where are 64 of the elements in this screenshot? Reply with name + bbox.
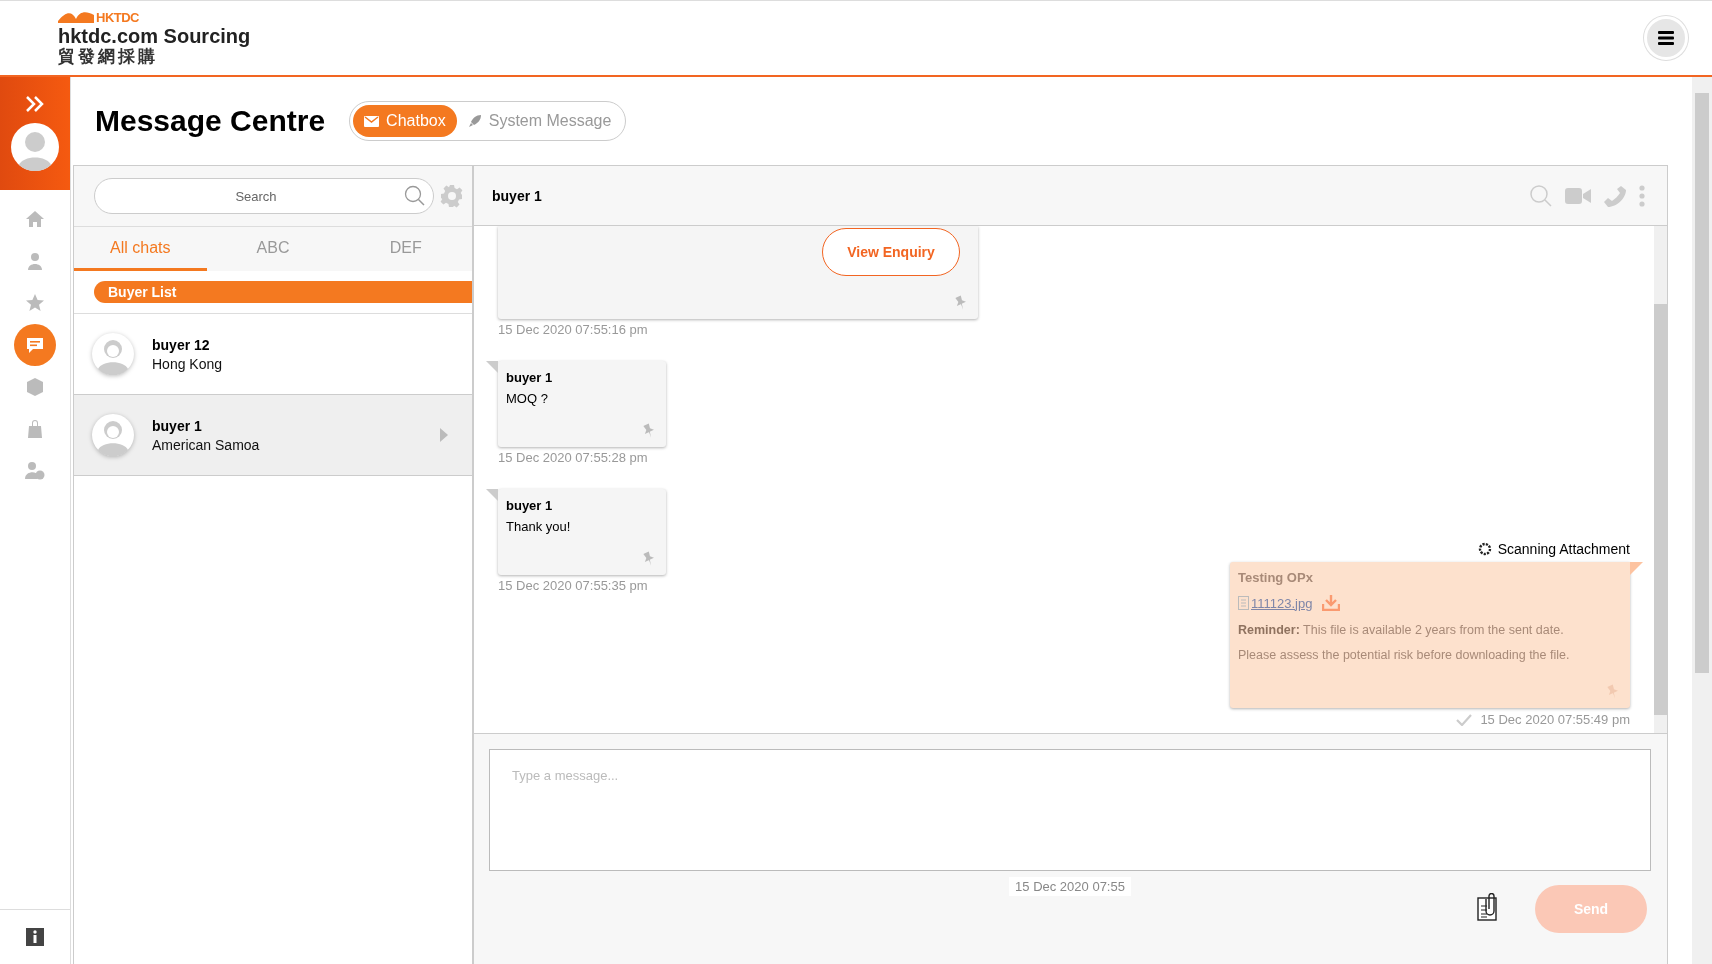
settings-icon[interactable] [440,184,464,208]
search-field[interactable]: Search [94,178,434,214]
star-icon [25,293,45,313]
mail-icon [364,115,380,127]
message-time: 15 Dec 2020 07:55:16 pm [498,322,648,337]
message-time: 15 Dec 2020 07:55:28 pm [498,450,648,465]
sender-name: buyer 1 [506,498,554,513]
menu-button[interactable] [1644,16,1688,60]
pin-icon[interactable] [642,423,656,439]
pin-icon[interactable] [954,295,968,311]
contact-name: buyer 1 [152,417,203,434]
message-input[interactable]: Type a message... [489,749,1651,871]
video-camera-icon[interactable] [1565,187,1591,204]
logo-text: HKTDC [96,9,139,25]
avatar-icon [92,414,134,456]
spinner-icon [1477,542,1492,556]
contact-location: American Samoa [152,436,261,453]
site-name: hktdc.com Sourcing [58,24,251,47]
file-link[interactable]: 111123.jpg [1251,595,1313,611]
contact-location: Hong Kong [152,355,224,372]
document-icon [1238,596,1249,610]
sender-name: Testing OPx [1238,570,1314,585]
search-icon[interactable] [404,185,426,207]
contact-name: buyer 12 [152,336,211,353]
info-icon[interactable] [26,928,44,946]
message-time: 15 Dec 2020 07:55:35 pm [498,578,648,593]
chat-title: buyer 1 [492,187,542,204]
page-title: Message Centre [95,104,326,138]
avatar-icon[interactable] [11,123,59,171]
chat-tab[interactable]: ABC [206,227,340,271]
message-text: MOQ ? [506,391,549,406]
message-text: Thank you! [506,519,572,534]
section-heading: Buyer List [94,281,472,303]
home-icon [25,209,45,229]
mode-tab[interactable]: Chatbox [353,105,457,137]
chat-icon [25,335,45,355]
attachment-icon[interactable] [1477,893,1497,921]
search-icon[interactable] [1529,183,1553,208]
chat-tab[interactable]: DEF [339,227,472,271]
status-text: Scanning Attachment [1497,541,1630,557]
download-icon[interactable] [1322,595,1341,611]
expand-icon[interactable] [25,95,45,113]
reminder-text: Reminder: This file is available 2 years from the sent date. [1238,622,1565,639]
scrollbar[interactable] [1654,226,1667,733]
pin-icon[interactable] [1606,684,1620,700]
phone-icon[interactable] [1603,183,1627,208]
reminder-text: Please assess the potential risk before downloading the file. [1238,647,1571,664]
mode-tab[interactable]: System Message [456,105,623,137]
menu-icon [1658,31,1674,45]
bag-icon [25,419,45,439]
caret-icon [440,428,448,442]
contact-item[interactable]: buyer 1 American Samoa [74,395,472,476]
pin-icon[interactable] [642,551,656,567]
sender-name: buyer 1 [506,370,554,385]
view-enquiry-button[interactable]: View Enquiry [822,228,960,276]
chat-nav-item[interactable] [14,324,56,366]
logo-icon [58,11,94,23]
person-icon [25,251,45,271]
chat-tab[interactable]: All chats [74,227,207,271]
message-time: 15 Dec 2020 07:55:49 pm [1480,712,1630,727]
timestamp: 15 Dec 2020 07:55 [1009,877,1131,896]
site-name: 貿發網採購 [58,46,159,67]
more-icon[interactable] [1639,184,1645,207]
scrollbar[interactable] [1692,77,1712,964]
